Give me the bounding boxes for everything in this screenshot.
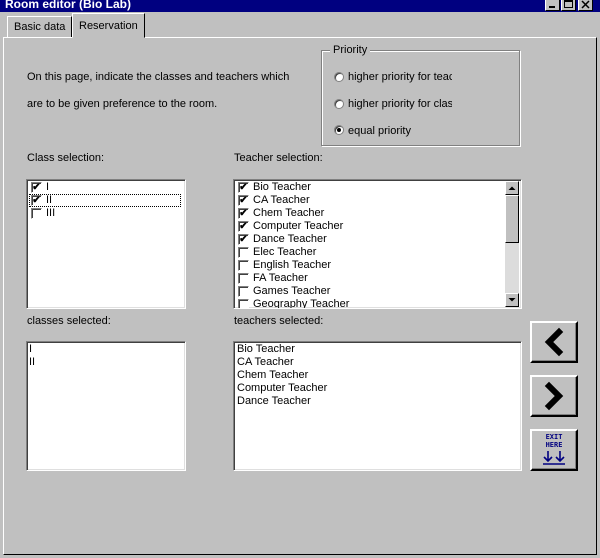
arrow-up-icon <box>508 186 516 190</box>
exit-button[interactable]: EXIT HERE <box>530 429 578 471</box>
intro-line-2: are to be given preference to the room. <box>27 98 218 110</box>
tab-label: Reservation <box>79 20 138 32</box>
maximize-button[interactable] <box>561 0 576 11</box>
list-item[interactable]: III <box>29 207 181 220</box>
class-selection-label: Class selection: <box>27 152 105 164</box>
radio-label-equal-priority: equal priority <box>348 125 411 137</box>
classes-selected-label: classes selected: <box>27 315 111 327</box>
teachers-selected-label: teachers selected: <box>234 315 324 327</box>
teacher-list-scrollbar[interactable] <box>505 181 519 307</box>
checkbox[interactable]: ✔ <box>238 195 249 206</box>
scroll-down-button[interactable] <box>505 293 519 307</box>
list-item[interactable]: Computer Teacher <box>237 382 327 395</box>
close-button[interactable] <box>578 0 593 11</box>
checkbox[interactable] <box>238 247 249 258</box>
checkbox[interactable] <box>238 260 249 271</box>
list-item[interactable]: CA Teacher <box>237 356 294 369</box>
checkbox[interactable]: ✔ <box>238 221 249 232</box>
minimize-icon <box>549 6 555 8</box>
list-item[interactable]: ✔ II <box>29 194 181 207</box>
window-title: Room editor (Bio Lab) <box>5 0 131 11</box>
list-item[interactable]: I <box>29 343 32 356</box>
arrow-down-icon <box>508 298 516 302</box>
teachers-selected-list[interactable]: Bio Teacher CA Teacher Chem Teacher Comp… <box>233 341 522 471</box>
list-item[interactable]: Chem Teacher <box>237 369 308 382</box>
checkbox[interactable] <box>238 286 249 297</box>
checkbox[interactable]: ✔ <box>31 182 42 193</box>
teacher-selection-label: Teacher selection: <box>234 152 323 164</box>
radio-priority-class[interactable] <box>334 99 344 109</box>
classes-selected-list[interactable]: I II <box>26 341 186 471</box>
checkbox[interactable]: ✔ <box>31 195 42 206</box>
scroll-thumb[interactable] <box>505 195 519 243</box>
checkbox[interactable]: ✔ <box>238 208 249 219</box>
checkbox[interactable]: ✔ <box>238 182 249 193</box>
checkbox[interactable] <box>238 299 249 308</box>
exit-label: EXIT HERE <box>545 433 563 449</box>
priority-group-title: Priority <box>330 44 371 57</box>
intro-line-1: On this page, indicate the classes and t… <box>27 71 290 83</box>
class-selection-list[interactable]: ✔ I ✔ II III <box>26 179 186 309</box>
list-item[interactable]: Bio Teacher <box>237 343 295 356</box>
chevron-left-icon <box>544 327 564 357</box>
title-bar: Room editor (Bio Lab) <box>0 0 600 12</box>
minimize-button[interactable] <box>545 0 560 11</box>
checkbox[interactable] <box>238 273 249 284</box>
maximize-icon <box>564 0 573 8</box>
exit-arrows-icon <box>543 451 565 465</box>
radio-equal-priority[interactable] <box>334 125 344 135</box>
checkbox[interactable]: ✔ <box>238 234 249 245</box>
radio-label-priority-teacher: higher priority for teach <box>348 71 452 83</box>
tab-reservation[interactable]: Reservation <box>72 13 145 38</box>
move-left-button[interactable] <box>530 321 578 363</box>
scroll-up-button[interactable] <box>505 181 519 195</box>
list-item[interactable]: ✔ I <box>29 181 181 194</box>
close-icon <box>581 0 590 9</box>
tab-basic-data[interactable]: Basic data <box>7 16 73 37</box>
radio-priority-teacher[interactable] <box>334 72 344 82</box>
move-right-button[interactable] <box>530 375 578 417</box>
chevron-right-icon <box>544 381 564 411</box>
teacher-selection-list[interactable]: ✔ Bio Teacher ✔ CA Teacher ✔ Chem Teacher ✔… <box>233 179 522 309</box>
radio-label-priority-class: higher priority for class <box>348 98 452 110</box>
list-item[interactable]: Dance Teacher <box>237 395 311 408</box>
list-item[interactable]: II <box>29 356 35 369</box>
checkbox[interactable] <box>31 208 42 219</box>
tab-label: Basic data <box>14 21 66 33</box>
